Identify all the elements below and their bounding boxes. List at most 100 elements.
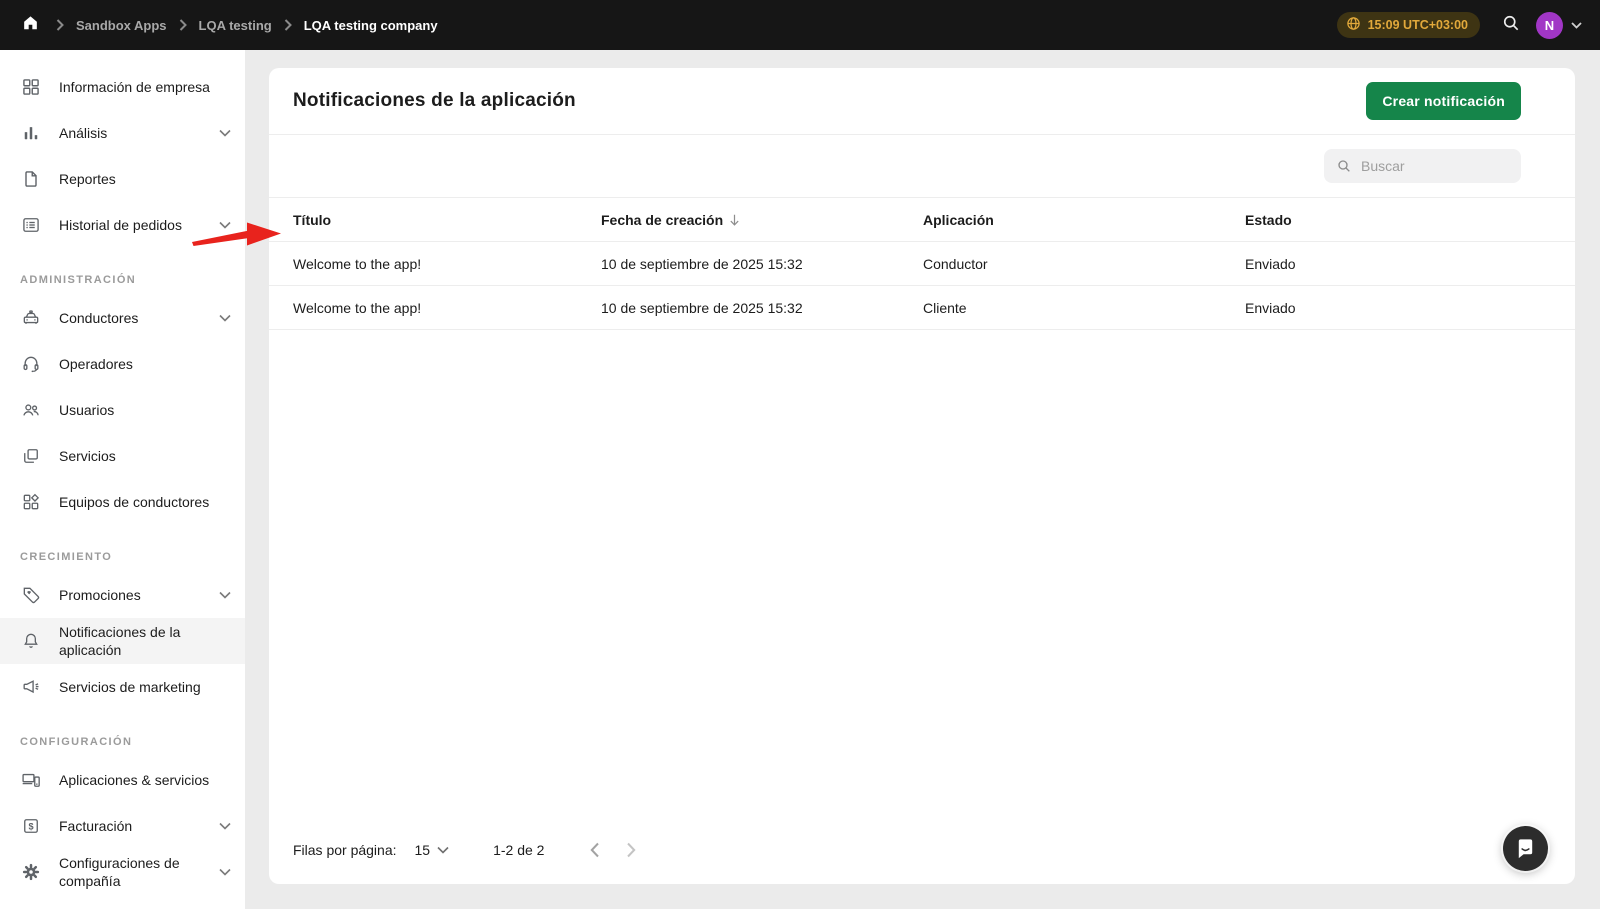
previous-page-button[interactable] — [590, 842, 600, 858]
sidebar-item-aplicaciones-servicios[interactable]: Aplicaciones & servicios — [0, 757, 245, 803]
sidebar-item-label: Historial de pedidos — [59, 217, 182, 233]
sort-descending-icon — [728, 213, 741, 227]
breadcrumb-lqa-testing[interactable]: LQA testing — [199, 18, 272, 33]
main-content: Notificaciones de la aplicación Crear no… — [245, 50, 1600, 909]
cell-fecha: 10 de septiembre de 2025 15:32 — [601, 255, 803, 272]
sidebar-item-notificaciones-de-la-aplicacion[interactable]: Notificaciones de la aplicación — [0, 618, 245, 664]
pagination: Filas por página: 15 1-2 de 2 — [269, 826, 1575, 884]
driver-teams-icon — [20, 492, 42, 512]
search-icon — [1336, 158, 1352, 174]
sidebar-section-configuracion: CONFIGURACIÓN — [20, 736, 133, 748]
sidebar-item-servicios-de-marketing[interactable]: Servicios de marketing — [0, 664, 245, 710]
sidebar-item-label: Servicios de marketing — [59, 679, 201, 695]
bell-icon — [20, 631, 42, 651]
cell-estado: Enviado — [1245, 299, 1296, 316]
sidebar-item-servicios[interactable]: Servicios — [0, 433, 245, 479]
chevron-down-icon — [219, 129, 231, 137]
rows-per-page-value: 15 — [414, 842, 431, 858]
sidebar-item-label: Notificaciones de la aplicación — [59, 624, 181, 658]
column-header-fecha-de-creacion[interactable]: Fecha de creación — [601, 212, 923, 228]
sidebar-item-label: Reportes — [59, 171, 116, 187]
chevron-down-icon — [219, 314, 231, 322]
order-history-icon — [20, 215, 42, 235]
breadcrumb-sandbox-apps[interactable]: Sandbox Apps — [76, 18, 167, 33]
cell-titulo: Welcome to the app! — [293, 299, 422, 316]
sidebar-item-label: Aplicaciones & servicios — [59, 772, 210, 788]
column-header-estado: Estado — [1245, 211, 1292, 228]
taxi-icon — [20, 308, 42, 328]
gear-icon — [20, 862, 42, 882]
promotions-icon — [20, 585, 42, 605]
analytics-icon — [20, 123, 42, 143]
timezone-badge[interactable]: 15:09 UTC+03:00 — [1336, 12, 1480, 38]
table-header-row: Título Fecha de creación Aplicación Esta… — [269, 197, 1575, 242]
sidebar-item-label: Facturación — [59, 818, 133, 834]
table-row[interactable]: Welcome to the app! 10 de septiembre de … — [269, 286, 1575, 330]
avatar[interactable]: N — [1536, 11, 1563, 39]
chevron-down-icon — [219, 221, 231, 229]
rows-per-page-select[interactable]: 15 — [415, 842, 450, 858]
sidebar-item-analisis[interactable]: Análisis — [0, 110, 245, 156]
cell-titulo: Welcome to the app! — [293, 255, 422, 272]
chat-launcher-button[interactable] — [1503, 826, 1548, 871]
sidebar-item-conductores[interactable]: Conductores — [0, 295, 245, 341]
sidebar-item-historial-de-pedidos[interactable]: Historial de pedidos — [0, 202, 245, 248]
sidebar-item-informacion-de-empresa[interactable]: Información de empresa — [0, 64, 245, 110]
topbar: Sandbox Apps LQA testing LQA testing com… — [0, 0, 1600, 50]
sidebar-item-configuraciones-de-compania[interactable]: Configuraciones de compañía — [0, 849, 245, 895]
sidebar-item-operadores[interactable]: Operadores — [0, 341, 245, 387]
globe-icon — [1346, 16, 1361, 34]
pagination-range: 1-2 de 2 — [493, 842, 545, 858]
column-header-aplicacion: Aplicación — [923, 211, 994, 228]
reports-icon — [20, 169, 42, 189]
megaphone-icon — [20, 677, 42, 697]
chevron-down-icon — [219, 868, 231, 876]
sidebar-section-administracion: ADMINISTRACIÓN — [20, 274, 137, 286]
chevron-down-icon — [219, 591, 231, 599]
cell-aplicacion: Cliente — [923, 299, 967, 316]
chevron-down-icon — [437, 846, 449, 854]
sidebar-item-promociones[interactable]: Promociones — [0, 572, 245, 618]
chevron-down-icon — [219, 822, 231, 830]
services-icon — [20, 446, 42, 466]
sidebar: Información de empresa Análisis Reportes — [0, 50, 245, 909]
devices-icon — [20, 770, 42, 790]
next-page-button[interactable] — [626, 842, 637, 858]
notifications-card: Notificaciones de la aplicación Crear no… — [269, 68, 1575, 884]
create-notification-button[interactable]: Crear notificación — [1366, 82, 1521, 120]
cell-estado: Enviado — [1245, 255, 1296, 272]
sidebar-item-label: Configuraciones de compañía — [59, 855, 180, 889]
billing-icon: $ — [20, 816, 42, 836]
svg-text:$: $ — [28, 821, 33, 831]
sidebar-item-facturacion[interactable]: $ Facturación — [0, 803, 245, 849]
cell-aplicacion: Conductor — [923, 255, 988, 272]
sidebar-item-label: Conductores — [59, 310, 139, 326]
sidebar-item-label: Información de empresa — [59, 79, 210, 95]
dashboard-icon — [20, 77, 42, 97]
breadcrumb-current-company: LQA testing company — [303, 17, 438, 33]
chevron-right-icon — [56, 19, 64, 31]
timezone-label: 15:09 UTC+03:00 — [1367, 18, 1468, 32]
table-row[interactable]: Welcome to the app! 10 de septiembre de … — [269, 242, 1575, 286]
headset-icon — [20, 354, 42, 374]
page-title: Notificaciones de la aplicación — [293, 90, 576, 111]
sidebar-item-label: Usuarios — [59, 402, 115, 418]
rows-per-page-label: Filas por página: — [293, 842, 397, 858]
home-button[interactable] — [16, 11, 44, 39]
chat-bubble-icon — [1514, 837, 1537, 860]
search-icon — [1501, 13, 1521, 38]
search-input[interactable] — [1361, 158, 1509, 174]
sidebar-item-reportes[interactable]: Reportes — [0, 156, 245, 202]
sidebar-item-label: Operadores — [59, 356, 133, 372]
sidebar-item-usuarios[interactable]: Usuarios — [0, 387, 245, 433]
chevron-right-icon — [179, 19, 187, 31]
global-search-button[interactable] — [1496, 10, 1526, 40]
chevron-down-icon[interactable] — [1571, 21, 1582, 29]
chevron-right-icon — [284, 19, 292, 31]
column-header-titulo: Título — [293, 211, 332, 228]
sidebar-item-equipos-de-conductores[interactable]: Equipos de conductores — [0, 479, 245, 525]
cell-fecha: 10 de septiembre de 2025 15:32 — [601, 299, 803, 316]
sidebar-item-label: Equipos de conductores — [59, 494, 210, 510]
sidebar-item-label: Análisis — [59, 125, 108, 141]
table-search[interactable] — [1324, 149, 1521, 183]
